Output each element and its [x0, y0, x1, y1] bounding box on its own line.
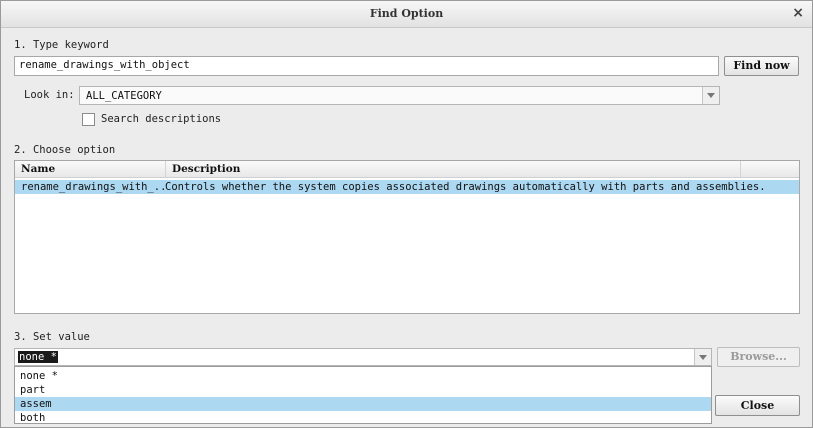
set-value-dropdown-list: none * part assem both — [14, 366, 712, 424]
step2-label: 2. Choose option — [14, 144, 116, 156]
step3-label: 3. Set value — [14, 331, 90, 343]
table-row[interactable]: rename_drawings_with_... Controls whethe… — [15, 180, 799, 194]
chevron-down-icon[interactable] — [694, 349, 711, 365]
dropdown-option-both[interactable]: both — [15, 411, 711, 425]
chevron-down-icon[interactable] — [702, 87, 719, 104]
row-name-cell: rename_drawings_with_... — [21, 181, 165, 193]
options-table: Name Description rename_drawings_with_..… — [14, 160, 800, 314]
find-option-dialog: Find Option × 1. Type keyword rename_dra… — [0, 0, 813, 428]
set-value-current: none * — [18, 351, 58, 363]
row-description-cell: Controls whether the system copies assoc… — [165, 181, 766, 193]
dialog-title: Find Option — [369, 7, 444, 20]
find-now-button[interactable]: Find now — [724, 56, 799, 76]
close-icon[interactable]: × — [792, 5, 804, 21]
dropdown-option-assem[interactable]: assem — [15, 397, 711, 411]
dropdown-option-part[interactable]: part — [15, 383, 711, 397]
search-descriptions-label: Search descriptions — [101, 113, 222, 125]
keyword-input[interactable]: rename_drawings_with_object — [14, 56, 719, 76]
browse-button[interactable]: Browse... — [717, 347, 800, 367]
close-button[interactable]: Close — [715, 395, 800, 416]
look-in-label: Look in: — [24, 89, 75, 101]
look-in-select[interactable]: ALL_CATEGORY — [79, 86, 720, 105]
search-descriptions-checkbox[interactable] — [82, 113, 95, 126]
dropdown-option-none[interactable]: none * — [15, 369, 711, 383]
column-header-description[interactable]: Description — [166, 161, 741, 177]
step1-label: 1. Type keyword — [14, 39, 109, 51]
look-in-value: ALL_CATEGORY — [86, 90, 162, 102]
column-header-name[interactable]: Name — [15, 161, 166, 177]
title-bar[interactable]: Find Option × — [1, 1, 812, 28]
table-header: Name Description — [15, 161, 799, 178]
set-value-combo[interactable]: none * — [14, 348, 712, 366]
